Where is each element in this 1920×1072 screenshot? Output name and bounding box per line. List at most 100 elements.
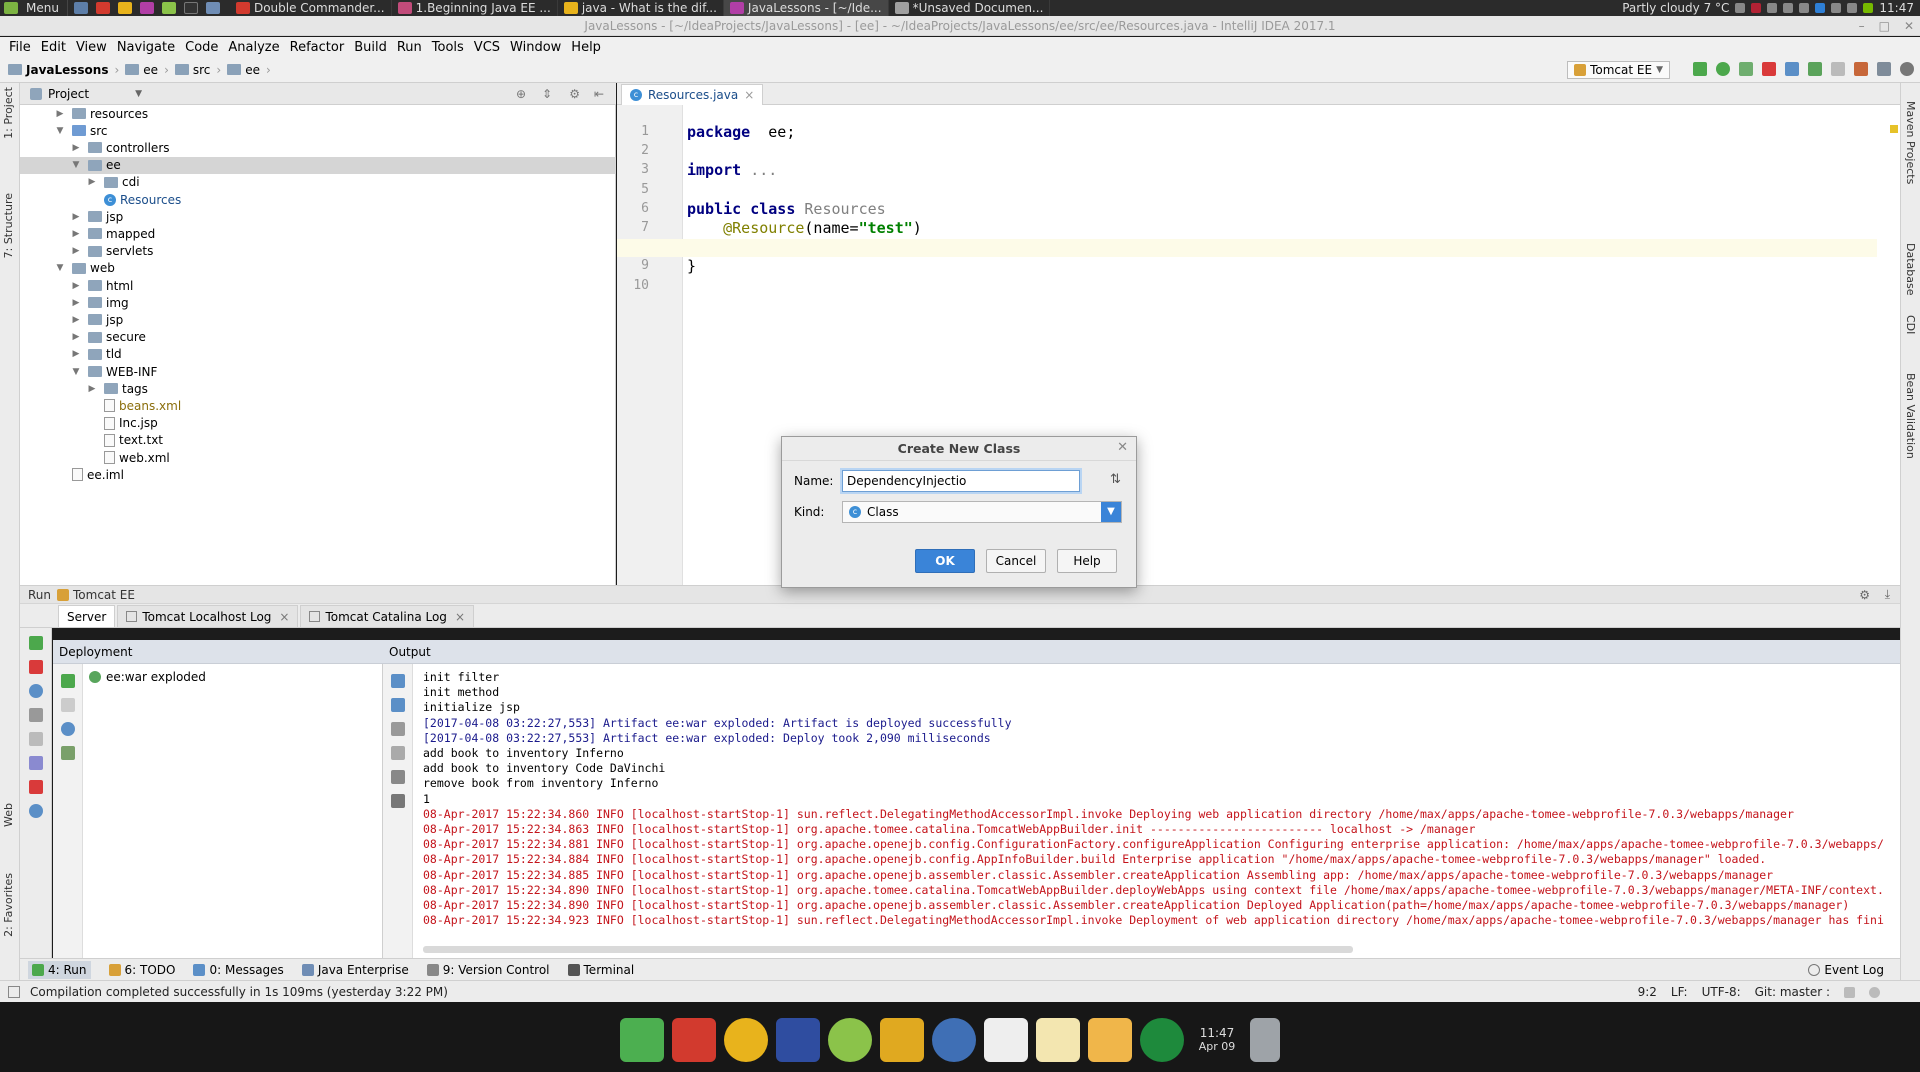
git-branch[interactable]: Git: master : (1755, 985, 1830, 999)
chrome-icon[interactable] (117, 2, 132, 14)
hide-panel-icon[interactable]: ⇤ (594, 87, 604, 101)
scroll-up-icon[interactable] (391, 674, 405, 688)
terminal-icon[interactable] (183, 2, 198, 14)
close-tab-icon[interactable]: × (279, 610, 289, 624)
tool-tab-structure[interactable]: 7: Structure (2, 193, 15, 258)
close-icon[interactable]: ✕ (1117, 440, 1128, 455)
tree-item[interactable]: ▶ tld (20, 346, 616, 363)
class-name-input[interactable] (842, 470, 1080, 492)
menu-code[interactable]: Code (180, 40, 223, 55)
chevron-down-icon[interactable]: ▼ (70, 367, 82, 377)
scroll-down-icon[interactable] (391, 698, 405, 712)
text-editor-icon[interactable] (1036, 1018, 1080, 1062)
deployment-item[interactable]: ee:war exploded (89, 670, 206, 684)
gedit-icon[interactable] (161, 2, 176, 14)
volume-icon[interactable] (1783, 3, 1794, 13)
puzzle-app-icon[interactable] (880, 1018, 924, 1062)
menu-build[interactable]: Build (349, 40, 392, 55)
help-button[interactable]: Help (1057, 549, 1117, 573)
tool-tab-favorites[interactable]: 2: Favorites (2, 873, 15, 937)
sort-icon[interactable] (29, 732, 43, 746)
kind-select[interactable]: c Class ▼ (842, 501, 1122, 523)
chevron-right-icon[interactable]: ▶ (70, 143, 82, 153)
network-app-icon[interactable] (1140, 1018, 1184, 1062)
tool-tab-web[interactable]: Web (2, 803, 15, 827)
code-line[interactable]: public class Resources (687, 200, 886, 218)
intellij-dock-icon[interactable] (776, 1018, 820, 1062)
tree-item[interactable]: ▶ jsp (20, 208, 616, 225)
run-tab[interactable]: Tomcat Localhost Log × (117, 605, 299, 627)
toggle-tool-windows-icon[interactable] (8, 986, 20, 998)
chevron-right-icon[interactable]: ▶ (70, 281, 82, 291)
tree-item[interactable]: ▶ resources (20, 105, 616, 122)
menu-edit[interactable]: Edit (36, 40, 71, 55)
run-icon[interactable] (1693, 62, 1707, 76)
network-icon[interactable] (1767, 3, 1778, 13)
bluetooth-icon[interactable] (1847, 3, 1858, 13)
ok-button[interactable]: OK (915, 549, 975, 573)
inspection-indicator-icon[interactable] (1890, 125, 1898, 133)
dropbox-icon[interactable] (1815, 3, 1826, 13)
tool-tab-cdi[interactable]: CDI (1904, 315, 1917, 334)
line-separator[interactable]: LF: (1671, 985, 1688, 999)
horizontal-scrollbar[interactable] (423, 946, 1353, 953)
tree-item[interactable]: web.xml (20, 449, 616, 466)
search-icon[interactable] (1900, 62, 1914, 76)
tree-item[interactable]: ▶ secure (20, 329, 616, 346)
keyboard-layout-icon[interactable] (1751, 3, 1762, 13)
pdf-reader-icon[interactable] (984, 1018, 1028, 1062)
print-icon[interactable] (391, 770, 405, 784)
chevron-right-icon[interactable]: ▶ (70, 332, 82, 342)
gear-icon[interactable]: ⚙ (569, 87, 580, 101)
deploy-icon[interactable] (61, 674, 75, 688)
menu-help[interactable]: Help (566, 40, 606, 55)
close-window-icon[interactable]: ✕ (1904, 16, 1914, 36)
artifacts-icon[interactable] (61, 746, 75, 760)
help-icon[interactable] (29, 804, 43, 818)
run-config-select[interactable]: Tomcat EE ▼ (1567, 61, 1670, 79)
start-menu-button[interactable]: Menu (0, 0, 68, 16)
undeploy-icon[interactable] (61, 698, 75, 712)
chevron-right-icon[interactable]: ▶ (70, 246, 82, 256)
menu-tools[interactable]: Tools (427, 40, 469, 55)
project-structure-icon[interactable] (1877, 62, 1891, 76)
taskbar-window[interactable]: JavaLessons - [~/Ide... (723, 0, 889, 16)
scroll-to-end-icon[interactable] (391, 746, 405, 760)
code-line[interactable]: package ee; (687, 123, 795, 141)
code-line[interactable]: import ... (687, 161, 777, 179)
close-icon[interactable] (29, 780, 43, 794)
tool-window-button[interactable]: 0: Messages (193, 961, 284, 979)
stop-icon[interactable] (1762, 62, 1776, 76)
minimize-icon[interactable]: – (1859, 16, 1865, 36)
vcs-update-icon[interactable] (1785, 62, 1799, 76)
chevron-down-icon[interactable]: ▼ (70, 160, 82, 170)
chevron-down-icon[interactable]: ▼ (135, 89, 142, 99)
weather-app-icon[interactable] (1088, 1018, 1132, 1062)
nvidia-icon[interactable] (1863, 3, 1874, 13)
menu-file[interactable]: File (4, 40, 36, 55)
rerun-icon[interactable] (29, 636, 43, 650)
tool-window-button[interactable]: Java Enterprise (301, 961, 409, 979)
debug-icon[interactable] (1716, 62, 1730, 76)
tree-item[interactable]: ▶ cdi (20, 174, 616, 191)
hide-panel-icon[interactable]: ⤓ (1885, 587, 1890, 602)
tray-clock[interactable]: 11:47 (1879, 1, 1914, 15)
close-tab-icon[interactable]: × (455, 610, 465, 624)
project-view-selector[interactable]: Project (48, 87, 89, 101)
breadcrumb-item[interactable]: ee › (227, 63, 271, 77)
weather-text[interactable]: Partly cloudy 7 °C (1622, 1, 1729, 15)
chevron-down-icon[interactable]: ▼ (54, 263, 66, 273)
chevron-right-icon[interactable]: ▶ (70, 298, 82, 308)
tree-item[interactable]: text.txt (20, 432, 616, 449)
menu-view[interactable]: View (71, 40, 112, 55)
tool-window-button[interactable]: 6: TODO (108, 961, 175, 979)
sort-icon[interactable]: ⇅ (1110, 472, 1121, 487)
breadcrumb-item[interactable]: ee › (125, 63, 169, 77)
chrome-dock-icon[interactable] (724, 1018, 768, 1062)
tree-item[interactable]: ▶ servlets (20, 243, 616, 260)
stop-icon[interactable] (29, 660, 43, 674)
tree-item[interactable]: ▶ html (20, 277, 616, 294)
redeploy-icon[interactable] (61, 722, 75, 736)
chevron-right-icon[interactable]: ▶ (54, 109, 66, 119)
breadcrumb-item[interactable]: JavaLessons › (8, 63, 119, 77)
